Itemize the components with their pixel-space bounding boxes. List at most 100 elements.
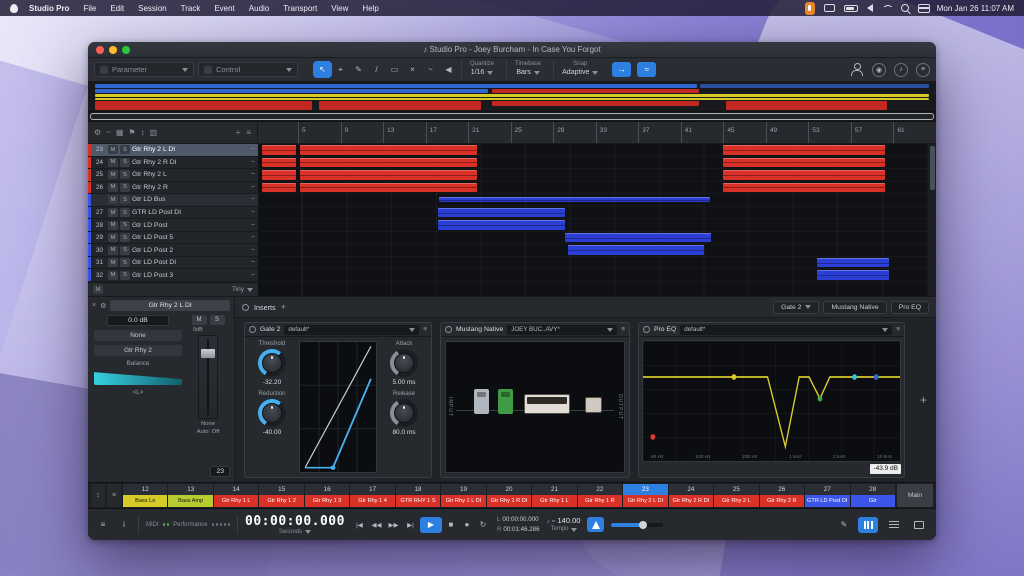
tab-name[interactable]: Gtr Rhy 1 3 xyxy=(305,495,349,507)
pedal-icon[interactable] xyxy=(498,389,513,414)
menu-item-view[interactable]: View xyxy=(324,4,355,13)
volume-fader[interactable] xyxy=(198,335,218,419)
add-insert-button-top[interactable]: + xyxy=(281,302,286,312)
zoom-window-button[interactable] xyxy=(122,46,130,54)
audio-clip[interactable] xyxy=(439,197,710,202)
control-dropdown[interactable]: Control xyxy=(198,62,298,77)
close-panel-icon[interactable]: × xyxy=(92,302,96,309)
insert-tab-gate[interactable]: Gate 2 xyxy=(773,301,819,314)
tab-number[interactable]: 23 xyxy=(623,484,667,495)
audio-clip[interactable] xyxy=(438,220,565,230)
tab-number[interactable]: 27 xyxy=(805,484,849,495)
cabinet-icon[interactable] xyxy=(585,397,602,413)
menu-item-file[interactable]: File xyxy=(76,4,103,13)
close-window-button[interactable] xyxy=(96,46,104,54)
add-track-button[interactable]: + xyxy=(236,128,241,137)
channel-solo-button[interactable]: S xyxy=(210,315,225,325)
metronome-button[interactable] xyxy=(587,517,604,532)
zoom-viewport[interactable] xyxy=(90,113,934,120)
track-header-icon-0[interactable]: ⚙ xyxy=(94,128,101,137)
browser-view-button[interactable] xyxy=(910,517,928,533)
arrange-row[interactable] xyxy=(258,232,928,245)
mute-button[interactable]: M xyxy=(108,195,118,204)
tabstrip-icon-1[interactable]: ≡ xyxy=(107,484,121,507)
menu-item-audio[interactable]: Audio xyxy=(242,4,276,13)
menu-item-transport[interactable]: Transport xyxy=(276,4,324,13)
track-tab-15[interactable]: 15 Gtr Rhy 1 2 xyxy=(259,484,303,507)
track-row-25[interactable]: 25 M S Gtr Rhy 2 L ~ xyxy=(88,169,258,182)
quantize-dropdown[interactable]: Quantize 1/16 xyxy=(461,60,502,79)
audio-clip[interactable] xyxy=(565,233,711,243)
track-tab-19[interactable]: 19 Gtr Rhy 1 L DI xyxy=(441,484,485,507)
plugin-menu-icon[interactable]: ≡ xyxy=(621,326,625,333)
release-knob[interactable] xyxy=(390,399,418,427)
tool-button-0[interactable]: ↖ xyxy=(314,62,331,77)
mic-indicator[interactable] xyxy=(805,2,815,15)
tab-number[interactable]: 14 xyxy=(214,484,258,495)
gain-value-field[interactable]: 0.0 dB xyxy=(107,315,169,326)
time-display[interactable]: 00:00:00.000 Seconds xyxy=(245,515,345,535)
wifi-icon[interactable] xyxy=(882,5,892,12)
arrange-row[interactable] xyxy=(258,194,928,207)
tab-number[interactable]: 16 xyxy=(305,484,349,495)
track-row-24[interactable]: 24 M S Gtr Rhy 2 R DI ~ xyxy=(88,157,258,170)
solo-button[interactable]: S xyxy=(120,271,130,280)
search-icon[interactable] xyxy=(901,4,909,12)
control-center-icon[interactable] xyxy=(918,4,928,13)
mute-button[interactable]: M xyxy=(108,208,118,217)
tab-name[interactable]: GTR LD Post DI xyxy=(805,495,849,507)
audio-clip[interactable] xyxy=(262,170,296,180)
audio-clip[interactable] xyxy=(817,270,889,280)
tool-button-2[interactable]: ✎ xyxy=(350,62,367,77)
snap-dropdown[interactable]: Snap Adaptive xyxy=(553,60,606,79)
apple-icon[interactable] xyxy=(10,4,18,13)
track-tab-27[interactable]: 27 GTR LD Post DI xyxy=(805,484,849,507)
tab-number[interactable]: 24 xyxy=(669,484,713,495)
mute-button[interactable]: M xyxy=(108,271,118,280)
audio-clip[interactable] xyxy=(262,158,296,168)
track-tab-22[interactable]: 22 Gtr Rhy 1 R xyxy=(578,484,622,507)
mute-button[interactable]: M xyxy=(108,221,118,230)
preset-dropdown[interactable]: JOEY BUC..AVY* xyxy=(507,325,617,335)
channel-mute-button[interactable]: M xyxy=(192,315,207,325)
notification-icon[interactable]: ♪ xyxy=(894,63,908,77)
track-row-bus[interactable]: M S Gtr LD Bus ~ xyxy=(88,194,258,207)
gate-transfer-graph[interactable] xyxy=(299,341,377,473)
menu-item-session[interactable]: Session xyxy=(131,4,173,13)
menu-clock[interactable]: Mon Jan 26 11:07 AM xyxy=(937,4,1014,13)
record-button[interactable]: ● xyxy=(460,517,474,533)
track-row-27[interactable]: 27 M S GTR LD Post DI ~ xyxy=(88,207,258,220)
tab-name[interactable]: Gtr Rhy 1 2 xyxy=(259,495,303,507)
arrange-row[interactable] xyxy=(258,257,928,270)
track-header-icon-3[interactable]: ⚑ xyxy=(128,128,135,137)
panel-menu-icon[interactable]: ≡ xyxy=(916,63,930,77)
amp-signal-chain[interactable]: INPUT OUTPUT xyxy=(445,341,625,473)
track-row-30[interactable]: 30 M S Gtr LD Post 2 ~ xyxy=(88,244,258,257)
solo-button[interactable]: S xyxy=(120,145,130,154)
solo-button[interactable]: S xyxy=(120,183,130,192)
track-tab-28[interactable]: 28 Gtr xyxy=(851,484,895,507)
tab-number[interactable]: 22 xyxy=(578,484,622,495)
wrench-icon[interactable]: ⚙ xyxy=(100,302,106,310)
solo-button[interactable]: S xyxy=(120,195,130,204)
solo-button[interactable]: S xyxy=(120,233,130,242)
fast-forward-button[interactable]: ▶▶ xyxy=(386,517,401,533)
amp-head-icon[interactable] xyxy=(524,394,570,414)
info-icon[interactable]: i xyxy=(117,517,131,533)
vertical-scrollbar[interactable] xyxy=(928,144,936,296)
arrange-row[interactable] xyxy=(258,144,928,157)
scrollbar-thumb[interactable] xyxy=(930,146,935,190)
play-button[interactable]: ▶ xyxy=(420,517,442,533)
track-row-26[interactable]: 26 M S Gtr Rhy 2 R ~ xyxy=(88,182,258,195)
pan-widget[interactable] xyxy=(94,371,182,385)
tab-name[interactable]: Bass Lo xyxy=(123,495,167,507)
track-header-icon-2[interactable]: ▦ xyxy=(116,128,124,137)
track-row-28[interactable]: 28 M S Gtr LD Post ~ xyxy=(88,219,258,232)
mute-button[interactable]: M xyxy=(108,258,118,267)
track-tab-14[interactable]: 14 Gtr Rhy 1 L xyxy=(214,484,258,507)
plugin-power-icon[interactable] xyxy=(445,326,452,333)
solo-button[interactable]: S xyxy=(120,208,130,217)
track-tab-12[interactable]: 12 Bass Lo xyxy=(123,484,167,507)
monitor-icon[interactable]: ◉ xyxy=(872,63,886,77)
window-titlebar[interactable]: ♪ Studio Pro - Joey Burcham - In Case Yo… xyxy=(88,42,936,58)
